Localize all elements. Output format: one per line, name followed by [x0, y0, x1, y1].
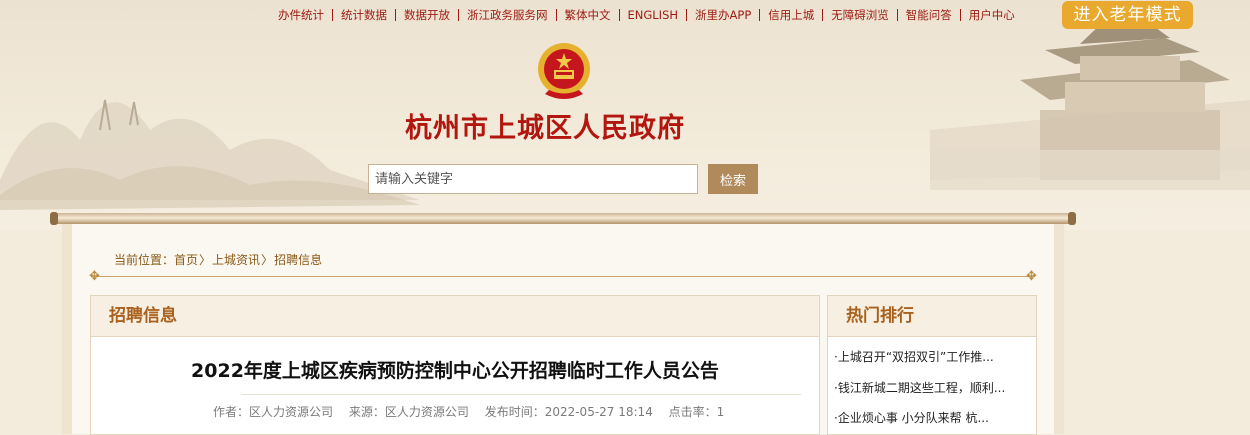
- top-navigation: 办件统计 统计数据 数据开放 浙江政务服务网 繁体中文 ENGLISH 浙里办A…: [270, 6, 1023, 24]
- search-input[interactable]: [368, 164, 698, 194]
- nav-link-open-data[interactable]: 数据开放: [396, 9, 459, 21]
- nav-link-credit[interactable]: 信用上城: [760, 9, 824, 21]
- article-source: 来源：区人力资源公司: [348, 405, 469, 419]
- article-meta: 作者：区人力资源公司 来源：区人力资源公司 发布时间：2022-05-27 18…: [213, 403, 736, 420]
- nav-link-stats[interactable]: 办件统计: [270, 9, 333, 21]
- nav-link-app[interactable]: 浙里办APP: [687, 9, 761, 21]
- landscape-illustration: [0, 99, 420, 210]
- article-date: 发布时间：2022-05-27 18:14: [484, 405, 653, 419]
- breadcrumb-separator: 〉: [261, 253, 274, 267]
- article-panel: 招聘信息 2022年度上城区疾病预防控制中心公开招聘临时工作人员公告 作者：区人…: [90, 295, 820, 435]
- city-tower-illustration: [930, 20, 1250, 190]
- nav-link-accessibility[interactable]: 无障碍浏览: [823, 9, 898, 21]
- elder-mode-button[interactable]: 进入老年模式: [1062, 1, 1193, 29]
- article-title: 2022年度上城区疾病预防控制中心公开招聘临时工作人员公告: [191, 360, 719, 382]
- breadcrumb-recruitment[interactable]: 招聘信息: [274, 253, 322, 267]
- divider-ornament-right: ✥: [1026, 269, 1037, 284]
- nav-link-english[interactable]: ENGLISH: [620, 9, 688, 21]
- breadcrumb-separator: 〉: [199, 253, 212, 267]
- scroll-rod-decoration: [50, 212, 1076, 225]
- breadcrumb-prefix: 当前位置：: [114, 253, 175, 267]
- search-button[interactable]: 检索: [708, 164, 758, 194]
- hot-ranking-panel: 热门排行 ·上城召开“双招双引”工作推... ·钱江新城二期这些工程，顺利...…: [827, 295, 1037, 435]
- breadcrumb: 当前位置：首页〉上城资讯〉招聘信息: [114, 251, 322, 268]
- nav-link-data[interactable]: 统计数据: [333, 9, 396, 21]
- national-emblem-icon: [538, 43, 590, 99]
- breadcrumb-news[interactable]: 上城资讯: [212, 253, 260, 267]
- breadcrumb-home[interactable]: 首页: [174, 253, 198, 267]
- hot-list-item[interactable]: ·企业烦心事 小分队来帮 杭...: [834, 409, 1034, 426]
- hot-list-item[interactable]: ·钱江新城二期这些工程，顺利...: [834, 379, 1034, 396]
- site-title: 杭州市上城区人民政府: [405, 113, 685, 144]
- nav-link-zhejiang-service[interactable]: 浙江政务服务网: [459, 9, 557, 21]
- section-title: 招聘信息: [91, 296, 819, 337]
- article-hits: 点击率：1: [668, 405, 725, 419]
- meta-divider: [241, 394, 801, 395]
- nav-link-traditional-chinese[interactable]: 繁体中文: [557, 9, 620, 21]
- hot-list-item[interactable]: ·上城召开“双招双引”工作推...: [834, 348, 1034, 365]
- article-author: 作者：区人力资源公司: [213, 405, 334, 419]
- nav-link-user-center[interactable]: 用户中心: [961, 9, 1023, 21]
- divider-ornament-left: ✥: [89, 269, 100, 284]
- hot-ranking-title: 热门排行: [828, 296, 1036, 337]
- nav-link-qa[interactable]: 智能问答: [898, 9, 961, 21]
- section-divider: [92, 276, 1034, 277]
